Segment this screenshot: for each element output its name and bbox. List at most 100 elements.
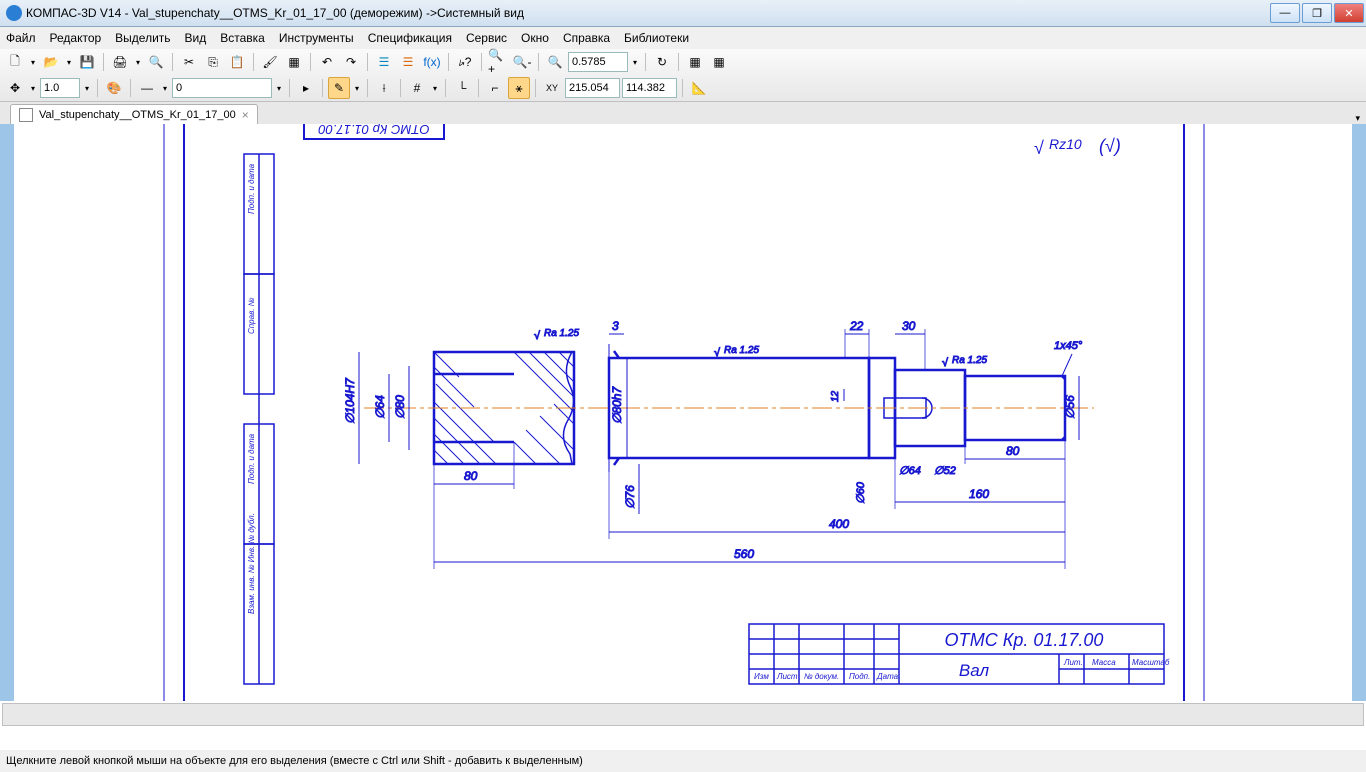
- zoom-in-icon[interactable]: 🔍+: [487, 51, 509, 73]
- svg-text:1x45°: 1x45°: [1054, 340, 1083, 352]
- tab-document[interactable]: Val_stupenchaty__OTMS_Kr_01_17_00 ×: [10, 104, 258, 124]
- spec2-icon[interactable]: ☰: [397, 51, 419, 73]
- spec-icon[interactable]: ☰: [373, 51, 395, 73]
- svg-text:80: 80: [464, 469, 478, 483]
- menu-service[interactable]: Сервис: [466, 31, 507, 45]
- close-button[interactable]: ✕: [1334, 3, 1364, 23]
- svg-text:Изм: Изм: [754, 672, 769, 681]
- svg-text:∅52: ∅52: [934, 465, 956, 477]
- svg-text:Rz10: Rz10: [1049, 136, 1082, 152]
- measure-icon[interactable]: 📐: [688, 77, 710, 99]
- app-icon: [6, 5, 22, 21]
- svg-text:Ra 1.25: Ra 1.25: [952, 355, 987, 366]
- menu-select[interactable]: Выделить: [115, 31, 170, 45]
- help-cursor-icon[interactable]: ⭟?: [454, 51, 476, 73]
- dropdown-icon[interactable]: ▾: [82, 84, 92, 93]
- zoom-input[interactable]: [568, 52, 628, 72]
- undo-icon[interactable]: ↶: [316, 51, 338, 73]
- svg-text:Ra 1.25: Ra 1.25: [544, 328, 579, 339]
- xy-icon[interactable]: XY: [541, 77, 563, 99]
- svg-text:Подп. и дата: Подп. и дата: [247, 433, 256, 484]
- menu-file[interactable]: Файл: [6, 31, 36, 45]
- svg-text:Ra 1.25: Ra 1.25: [724, 345, 759, 356]
- snap-icon[interactable]: ⚹: [508, 77, 530, 99]
- refresh-icon[interactable]: ↻: [651, 51, 673, 73]
- dropdown-icon[interactable]: ▾: [28, 84, 38, 93]
- dropdown-icon[interactable]: ▾: [430, 84, 440, 93]
- zoom-out-icon[interactable]: 🔍-: [511, 51, 533, 73]
- svg-text:3: 3: [612, 319, 619, 333]
- lineweight-input[interactable]: [40, 78, 80, 98]
- scrollbar-right[interactable]: [1352, 124, 1366, 701]
- menu-tools[interactable]: Инструменты: [279, 31, 354, 45]
- tabs-dropdown-icon[interactable]: ▾: [1355, 113, 1360, 124]
- tab-close-icon[interactable]: ×: [242, 108, 249, 122]
- dropdown-icon[interactable]: ▾: [64, 58, 74, 67]
- svg-text:80: 80: [1006, 444, 1020, 458]
- toolbar-1: 🗋▾ 📂▾ 💾 🖨▾ 🔍 ✂ ⎘ 📋 🖌 ▦ ↶ ↷ ☰ ☰ f(x) ⭟? 🔍…: [0, 49, 1366, 75]
- svg-text:30: 30: [902, 319, 916, 333]
- menu-edit[interactable]: Редактор: [50, 31, 102, 45]
- menu-view[interactable]: Вид: [185, 31, 207, 45]
- svg-text:12: 12: [830, 390, 841, 402]
- paste-icon[interactable]: 📋: [226, 51, 248, 73]
- status-bar: Щелкните левой кнопкой мыши на объекте д…: [0, 750, 1366, 772]
- svg-text:∅76: ∅76: [623, 485, 637, 509]
- copy-icon[interactable]: ⎘: [202, 51, 224, 73]
- message-panel: [2, 703, 1364, 726]
- fx-icon[interactable]: f(x): [421, 51, 443, 73]
- brush-icon[interactable]: 🖌: [259, 51, 281, 73]
- window-controls: — ❐ ✕: [1268, 3, 1364, 23]
- dropdown-icon[interactable]: ▾: [133, 58, 143, 67]
- svg-text:∅80h7: ∅80h7: [610, 386, 624, 424]
- y-coord-input[interactable]: [622, 78, 677, 98]
- cut-icon[interactable]: ✂: [178, 51, 200, 73]
- grid-icon[interactable]: #: [406, 77, 428, 99]
- ortho-icon[interactable]: ⌐: [484, 77, 506, 99]
- svg-text:Лит.: Лит.: [1063, 658, 1083, 667]
- x-coord-input[interactable]: [565, 78, 620, 98]
- grid2-icon[interactable]: ▦: [708, 51, 730, 73]
- svg-text:(√): (√): [1099, 136, 1121, 156]
- dropdown-icon[interactable]: ▾: [630, 58, 640, 67]
- svg-text:∅64: ∅64: [899, 465, 921, 477]
- grid1-icon[interactable]: ▦: [684, 51, 706, 73]
- dropdown-icon[interactable]: ▾: [274, 84, 284, 93]
- dropdown-icon[interactable]: ▾: [28, 58, 38, 67]
- document-icon: [19, 108, 33, 122]
- highlight-icon[interactable]: ✎: [328, 77, 350, 99]
- cursor-icon[interactable]: ✥: [4, 77, 26, 99]
- save-icon[interactable]: 💾: [76, 51, 98, 73]
- linestyle-icon[interactable]: —: [136, 77, 158, 99]
- scrollbar-left[interactable]: [0, 124, 14, 701]
- svg-text:Подп. и дата: Подп. и дата: [247, 163, 256, 214]
- minimize-button[interactable]: —: [1270, 3, 1300, 23]
- svg-text:Вал: Вал: [959, 661, 990, 680]
- maximize-button[interactable]: ❐: [1302, 3, 1332, 23]
- palette-icon[interactable]: 🎨: [103, 77, 125, 99]
- redo-icon[interactable]: ↷: [340, 51, 362, 73]
- svg-text:Масштаб: Масштаб: [1132, 658, 1170, 667]
- play-icon[interactable]: ▸: [295, 77, 317, 99]
- menu-help[interactable]: Справка: [563, 31, 610, 45]
- dropdown-icon[interactable]: ▾: [160, 84, 170, 93]
- new-icon[interactable]: 🗋: [4, 51, 26, 73]
- style-input[interactable]: [172, 78, 272, 98]
- open-icon[interactable]: 📂: [40, 51, 62, 73]
- preview-icon[interactable]: 🔍: [145, 51, 167, 73]
- svg-text:√: √: [534, 330, 541, 342]
- print-icon[interactable]: 🖨: [109, 51, 131, 73]
- dim-vert-icon[interactable]: ⟊: [373, 77, 395, 99]
- document-tabs: Val_stupenchaty__OTMS_Kr_01_17_00 × ▾: [0, 102, 1366, 124]
- svg-text:√: √: [942, 357, 949, 369]
- menu-insert[interactable]: Вставка: [220, 31, 265, 45]
- menu-spec[interactable]: Спецификация: [368, 31, 452, 45]
- axis-icon[interactable]: └: [451, 77, 473, 99]
- properties-icon[interactable]: ▦: [283, 51, 305, 73]
- menu-libs[interactable]: Библиотеки: [624, 31, 689, 45]
- menu-window[interactable]: Окно: [521, 31, 549, 45]
- dropdown-icon[interactable]: ▾: [352, 84, 362, 93]
- zoom-window-icon[interactable]: 🔍: [544, 51, 566, 73]
- svg-text:160: 160: [969, 487, 989, 501]
- drawing-canvas[interactable]: ОТМС Кр 01.17.00 Подп. и дата Справ. № П…: [14, 124, 1352, 701]
